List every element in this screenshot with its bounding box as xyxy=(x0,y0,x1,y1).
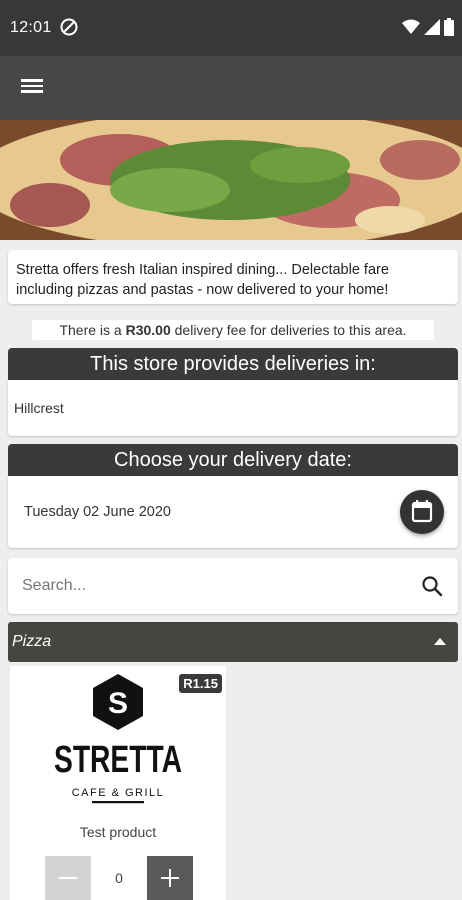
decrease-quantity-button[interactable] xyxy=(45,856,91,900)
store-description: Stretta offers fresh Italian inspired di… xyxy=(8,250,458,304)
category-pizza-header[interactable]: Pizza xyxy=(8,622,458,662)
delivery-date-heading: Choose your delivery date: xyxy=(8,444,458,476)
calendar-icon xyxy=(411,500,433,523)
hamburger-menu-icon[interactable] xyxy=(18,76,46,100)
calendar-button[interactable] xyxy=(400,490,444,534)
logo-title: STRETTA xyxy=(54,739,182,781)
delivery-fee-notice: There is a R30.00 delivery fee for deliv… xyxy=(32,320,434,340)
logo-letter: S xyxy=(108,687,128,720)
search-bar xyxy=(8,558,458,614)
wifi-icon xyxy=(402,19,420,34)
category-label: Pizza xyxy=(12,633,52,650)
delivery-date-value[interactable]: Tuesday 02 June 2020 xyxy=(24,504,171,520)
delivery-date-panel: Tuesday 02 June 2020 xyxy=(8,476,458,548)
app-bar xyxy=(0,56,462,120)
stretta-logo: S STRETTA CAFE & GRILL xyxy=(54,674,182,804)
delivery-fee-amount: R30.00 xyxy=(125,322,171,338)
delivery-areas-heading: This store provides deliveries in: xyxy=(8,348,458,380)
pizza-banner-image xyxy=(0,120,462,240)
logo-subtitle: CAFE & GRILL xyxy=(72,787,165,799)
do-not-disturb-icon xyxy=(60,18,78,36)
battery-icon xyxy=(444,18,454,36)
search-icon[interactable] xyxy=(420,574,444,598)
status-bar: 12:01 xyxy=(0,0,462,56)
quantity-value: 0 xyxy=(115,870,123,886)
delivery-areas-list: Hillcrest xyxy=(8,380,458,436)
product-card[interactable]: S STRETTA CAFE & GRILL R1.15 Test produc… xyxy=(10,666,226,900)
search-input[interactable] xyxy=(22,570,402,602)
status-time: 12:01 xyxy=(10,19,52,36)
price-badge: R1.15 xyxy=(179,674,222,693)
cell-signal-icon xyxy=(424,19,440,35)
product-name: Test product xyxy=(79,824,157,840)
collapse-arrow-icon[interactable] xyxy=(434,638,446,645)
increase-quantity-button[interactable] xyxy=(147,856,193,900)
